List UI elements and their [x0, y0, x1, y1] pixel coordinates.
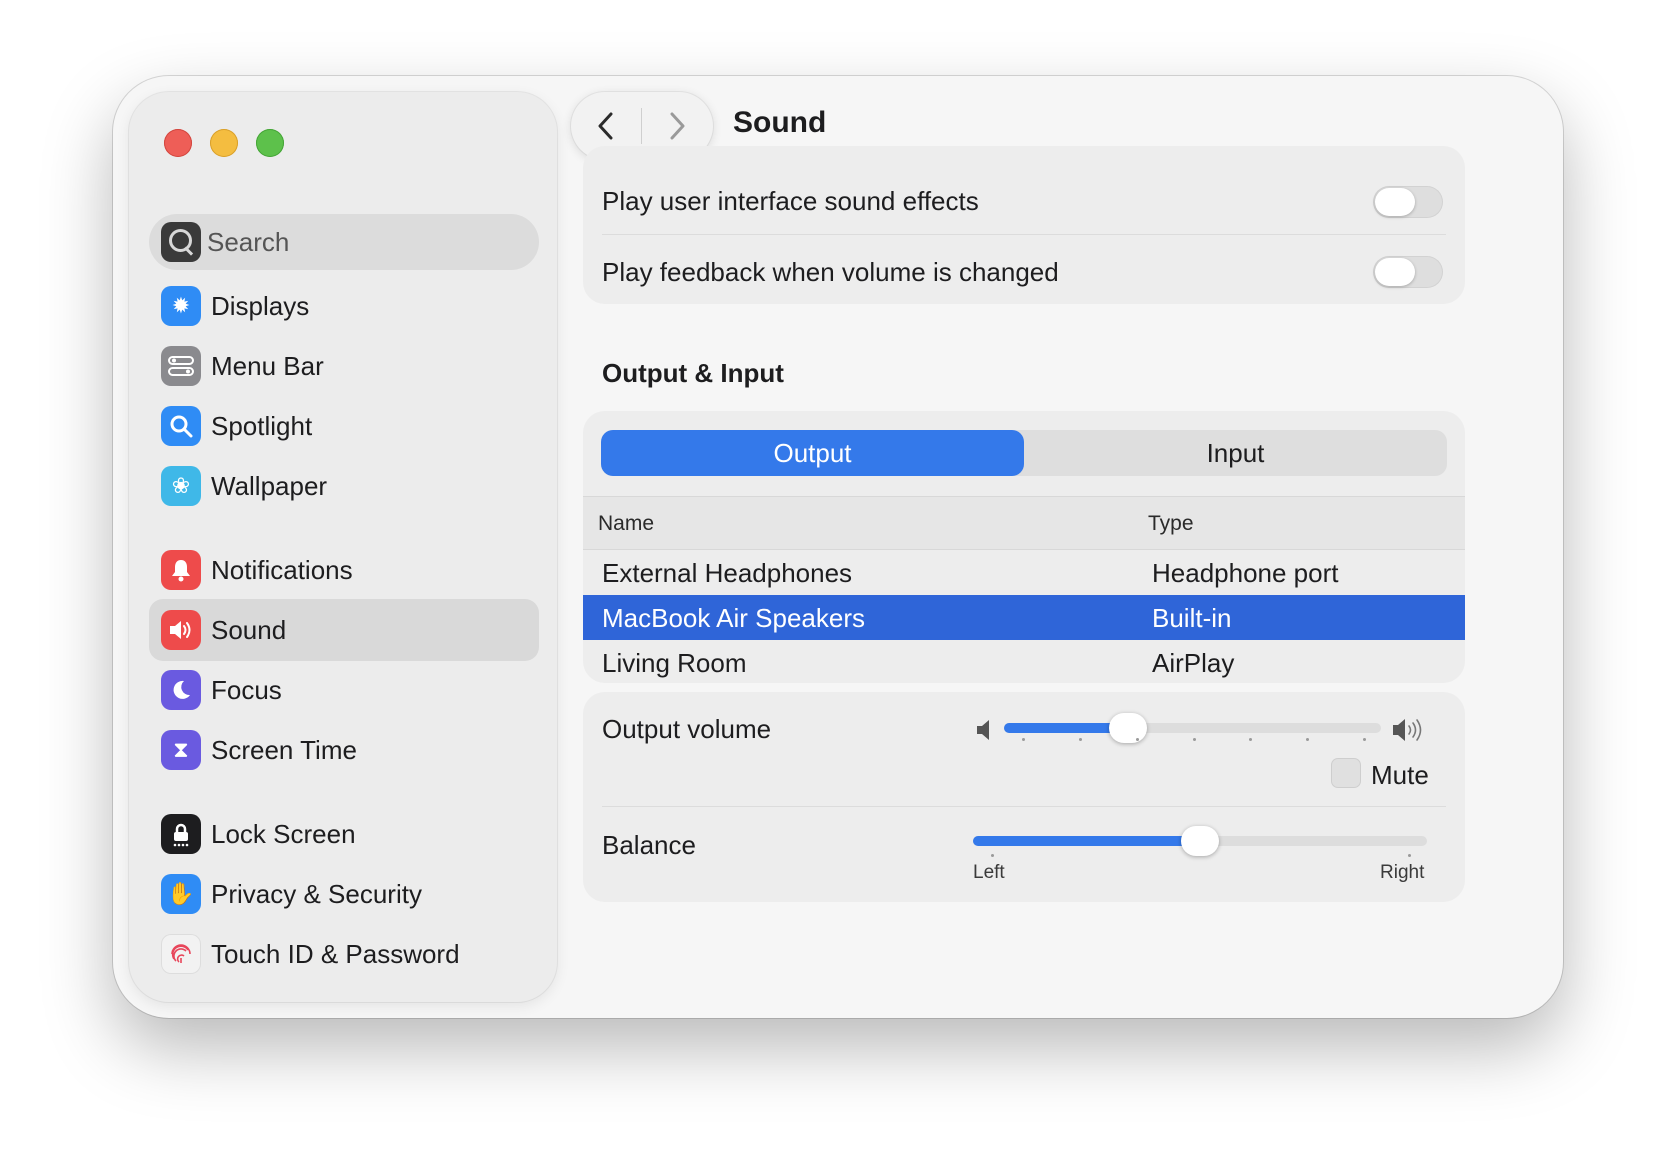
close-button[interactable]: [164, 129, 192, 157]
volume-card: Output volume Mute Balance Left Right: [583, 692, 1465, 902]
output-volume-label: Output volume: [602, 714, 772, 744]
sidebar-item-screen-time[interactable]: ⧗ Screen Time: [149, 719, 539, 781]
sidebar-item-label: Menu Bar: [211, 350, 324, 381]
mute-checkbox[interactable]: [1331, 758, 1361, 788]
device-name: External Headphones: [602, 558, 853, 588]
sidebar-item-label: Focus: [211, 674, 282, 705]
balance-left-label: Left: [973, 862, 1005, 883]
page-title: Sound: [733, 106, 827, 139]
hand-icon: ✋: [161, 874, 201, 914]
volume-tick: [1078, 738, 1082, 741]
section-title: Output & Input: [602, 358, 784, 388]
device-name: Living Room: [602, 648, 747, 678]
sidebar-item-label: Touch ID & Password: [211, 938, 460, 969]
volume-tick: [1306, 738, 1310, 741]
sidebar-item-label: Notifications: [211, 554, 353, 585]
sidebar-item-focus[interactable]: Focus: [149, 659, 539, 721]
ui-sounds-toggle[interactable]: [1373, 186, 1443, 218]
output-volume-slider[interactable]: [1004, 713, 1381, 743]
tab-output[interactable]: Output: [601, 430, 1024, 476]
mute-label: Mute: [1371, 760, 1429, 790]
volume-tick: [1249, 738, 1253, 741]
sidebar-item-privacy-security[interactable]: ✋ Privacy & Security: [149, 863, 539, 925]
sidebar-item-label: Screen Time: [211, 734, 357, 765]
speaker-low-icon: [977, 720, 989, 740]
sidebar-item-label: Spotlight: [211, 410, 313, 441]
sidebar-item-menu-bar[interactable]: Menu Bar: [149, 335, 539, 397]
volume-tick: [1022, 738, 1025, 741]
sidebar-item-lock-screen[interactable]: Lock Screen: [149, 803, 539, 865]
lock-icon: [161, 814, 201, 854]
sidebar: ✹ Displays Menu Bar Spotlight ❀ Wallpape…: [129, 92, 557, 1002]
table-header: Name Type: [583, 496, 1465, 550]
search-input[interactable]: [207, 226, 507, 258]
balance-slider-knob[interactable]: [1181, 826, 1219, 856]
table-row[interactable]: MacBook Air Speakers Built-in: [583, 595, 1465, 640]
sidebar-item-label: Displays: [211, 290, 310, 321]
device-name: MacBook Air Speakers: [602, 603, 866, 633]
sidebar-item-spotlight[interactable]: Spotlight: [149, 395, 539, 457]
moon-icon: [161, 670, 201, 710]
speaker-icon: [161, 610, 201, 650]
output-input-card: Output Input Name Type External Headphon…: [583, 411, 1465, 683]
volume-tick: [1363, 738, 1366, 741]
flower-icon: ❀: [161, 466, 201, 506]
sidebar-item-label: Lock Screen: [211, 818, 356, 849]
divider: [602, 806, 1446, 807]
search-icon: [161, 222, 201, 262]
sidebar-item-label: Wallpaper: [211, 470, 328, 501]
bell-icon: [161, 550, 201, 590]
sidebar-item-displays[interactable]: ✹ Displays: [149, 275, 539, 337]
table-row[interactable]: External Headphones Headphone port: [583, 550, 1465, 595]
output-input-tabs: Output Input: [601, 430, 1447, 476]
divider: [602, 234, 1446, 235]
balance-tick: [991, 854, 994, 857]
device-type: Built-in: [1152, 603, 1232, 633]
balance-tick: [1408, 854, 1411, 857]
sidebar-item-sound[interactable]: Sound: [149, 599, 539, 661]
system-settings-window: ✹ Displays Menu Bar Spotlight ❀ Wallpape…: [113, 76, 1563, 1018]
volume-tick: [1192, 738, 1196, 741]
zoom-button[interactable]: [256, 129, 284, 157]
magnifier-icon: [161, 406, 201, 446]
hourglass-icon: ⧗: [161, 730, 201, 770]
table-row[interactable]: Living Room AirPlay: [583, 640, 1465, 683]
column-header-name[interactable]: Name: [598, 512, 654, 536]
chevron-right-icon: [670, 112, 685, 140]
sidebar-item-wallpaper[interactable]: ❀ Wallpaper: [149, 455, 539, 517]
volume-feedback-label: Play feedback when volume is changed: [602, 257, 1059, 287]
search-field[interactable]: [149, 214, 539, 270]
sidebar-item-label: Sound: [211, 614, 287, 645]
output-volume-slider-knob[interactable]: [1109, 713, 1147, 743]
column-header-type[interactable]: Type: [1148, 512, 1194, 536]
sound-effects-card: Play user interface sound effects Play f…: [583, 146, 1465, 304]
tab-input[interactable]: Input: [1024, 430, 1447, 476]
sidebar-item-touch-id[interactable]: Touch ID & Password: [149, 923, 539, 985]
volume-tick: [1135, 738, 1139, 741]
balance-right-label: Right: [1380, 862, 1425, 883]
sidebar-item-label: Privacy & Security: [211, 878, 422, 909]
sun-icon: ✹: [161, 286, 201, 326]
device-type: Headphone port: [1152, 558, 1339, 588]
menu-bar-icon: [161, 346, 201, 386]
chevron-left-icon: [598, 112, 613, 140]
sidebar-item-notifications[interactable]: Notifications: [149, 539, 539, 601]
minimize-button[interactable]: [210, 129, 238, 157]
balance-slider[interactable]: [973, 826, 1427, 856]
volume-feedback-toggle[interactable]: [1373, 256, 1443, 288]
speaker-high-icon: [1393, 719, 1422, 741]
ui-sounds-label: Play user interface sound effects: [602, 186, 979, 216]
device-type: AirPlay: [1152, 648, 1235, 678]
balance-label: Balance: [602, 830, 696, 860]
fingerprint-icon: [161, 934, 201, 974]
